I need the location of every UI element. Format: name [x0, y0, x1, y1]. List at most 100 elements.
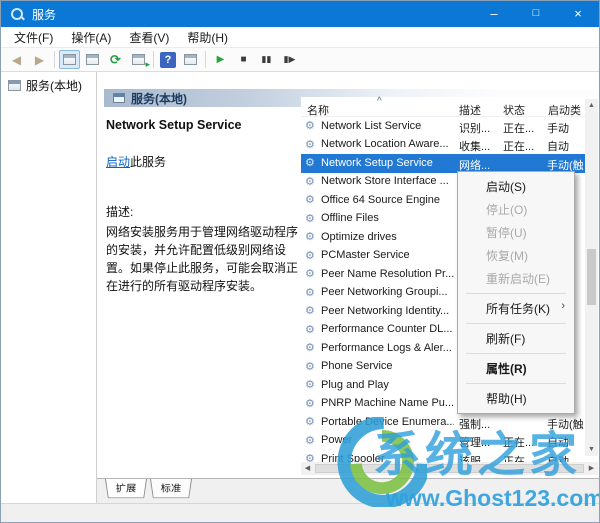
start-service-line: 启动此服务: [106, 153, 297, 170]
service-name: Network List Service: [321, 120, 421, 132]
service-name: Optimize drives: [321, 231, 397, 243]
export-list-icon[interactable]: ▸: [128, 50, 149, 69]
service-name: Performance Logs & Aler...: [321, 342, 452, 354]
toolbar-separator: [153, 51, 154, 68]
service-name: PCMaster Service: [321, 249, 410, 261]
start-service-link[interactable]: 启动: [106, 155, 130, 169]
start-service-icon[interactable]: ▶: [210, 50, 231, 69]
console-window-icon: [8, 80, 21, 91]
context-menu-item-resume: 恢复(M): [458, 244, 574, 267]
title-bar[interactable]: 服务 – □ ×: [1, 1, 599, 27]
window-title: 服务: [32, 6, 56, 23]
service-gear-icon: ⚙: [305, 212, 315, 225]
service-description: 网络安装服务用于管理网络驱动程序的安装，并允许配置低级别网络设置。如果停止此服务…: [106, 223, 299, 295]
service-name: Power: [321, 434, 352, 446]
context-menu-item-restart: 重新启动(E): [458, 267, 574, 290]
menu-view[interactable]: 查看(V): [120, 27, 178, 48]
stop-service-icon[interactable]: ■: [233, 50, 254, 69]
start-service-suffix: 此服务: [130, 155, 166, 169]
scroll-down-icon[interactable]: ▼: [585, 443, 598, 456]
sort-ascending-icon: ^: [377, 96, 382, 107]
context-menu-separator: [466, 293, 566, 294]
horizontal-scroll-thumb[interactable]: [315, 464, 584, 473]
forward-icon[interactable]: ▶: [29, 50, 50, 69]
column-header-name[interactable]: 名称: [307, 102, 329, 118]
menu-action[interactable]: 操作(A): [62, 27, 120, 48]
services-pane-icon: [113, 93, 125, 103]
vertical-scroll-thumb[interactable]: [587, 249, 596, 305]
context-menu-item-stop: 停止(O): [458, 198, 574, 221]
service-name: PNRP Machine Name Pu...: [321, 397, 454, 409]
service-name: Phone Service: [321, 360, 393, 372]
list-header: 名称 描述 状态 启动类 ^: [301, 99, 585, 117]
service-gear-icon: ⚙: [305, 286, 315, 299]
service-gear-icon: ⚙: [305, 249, 315, 262]
context-menu: 启动(S)停止(O)暂停(U)恢复(M)重新启动(E) 所有任务(K)› 刷新(F)…: [457, 171, 575, 414]
scroll-right-icon[interactable]: ▶: [585, 462, 598, 475]
service-startup-cell: 手动(触: [547, 416, 584, 432]
context-menu-item-help[interactable]: 帮助(H): [458, 387, 574, 410]
context-menu-item-properties[interactable]: 属性(R): [458, 357, 574, 380]
service-gear-icon: ⚙: [305, 360, 315, 373]
column-header-status[interactable]: 状态: [503, 102, 525, 118]
properties-window-icon[interactable]: [82, 50, 103, 69]
service-gear-icon: ⚙: [305, 119, 315, 132]
services-app-icon: [10, 7, 25, 22]
service-row[interactable]: ⚙Network Location Aware...收集...正在...自动: [301, 136, 585, 155]
toolbar-separator: [54, 51, 55, 68]
service-gear-icon: ⚙: [305, 397, 315, 410]
context-menu-item-all-tasks[interactable]: 所有任务(K)›: [458, 297, 574, 320]
context-menu-item-refresh[interactable]: 刷新(F): [458, 327, 574, 350]
menu-file[interactable]: 文件(F): [5, 27, 62, 48]
service-name: Office 64 Source Engine: [321, 194, 440, 206]
extended-pane-icon[interactable]: [180, 50, 201, 69]
back-icon[interactable]: ◀: [6, 50, 27, 69]
tab-standard[interactable]: 标准: [150, 479, 192, 498]
vertical-scrollbar[interactable]: ▲ ▼: [585, 99, 598, 456]
service-name: Network Setup Service: [321, 157, 433, 169]
selected-service-title: Network Setup Service: [106, 118, 297, 132]
service-status-cell: 正在...: [503, 138, 534, 154]
service-row[interactable]: ⚙Power管理...正在...自动: [301, 432, 585, 451]
service-row[interactable]: ⚙Network Setup Service网络...手动(触: [301, 154, 585, 173]
column-header-startup-type[interactable]: 启动类: [548, 102, 581, 118]
service-name: Peer Name Resolution Pr...: [321, 268, 454, 280]
service-description-cell: 收集...: [459, 138, 490, 154]
help-icon[interactable]: ?: [160, 52, 176, 68]
service-startup-cell: 自动: [547, 434, 569, 450]
services-window: 服务 – □ × 文件(F)操作(A)查看(V)帮助(H) ◀▶⟳▸?▶■▮▮▮…: [0, 0, 600, 523]
minimize-button[interactable]: –: [473, 1, 515, 27]
context-menu-item-pause: 暂停(U): [458, 221, 574, 244]
context-menu-item-start[interactable]: 启动(S): [458, 175, 574, 198]
show-console-tree-icon[interactable]: [59, 50, 80, 69]
service-name: Peer Networking Groupi...: [321, 286, 448, 298]
service-name: Network Store Interface ...: [321, 175, 449, 187]
service-row[interactable]: ⚙Network List Service识别...正在...手动: [301, 117, 585, 136]
service-gear-icon: ⚙: [305, 415, 315, 428]
horizontal-scrollbar[interactable]: ◀ ▶: [301, 462, 598, 475]
service-description-cell: 强制...: [459, 416, 490, 432]
toolbar: ◀▶⟳▸?▶■▮▮▮▶: [1, 48, 599, 72]
service-gear-icon: ⚙: [305, 193, 315, 206]
scroll-left-icon[interactable]: ◀: [301, 462, 314, 475]
refresh-icon[interactable]: ⟳: [105, 50, 126, 69]
service-startup-cell: 手动: [547, 120, 569, 136]
maximize-button[interactable]: □: [515, 1, 557, 27]
service-status-cell: 正在...: [503, 120, 534, 136]
service-gear-icon: ⚙: [305, 323, 315, 336]
menu-help[interactable]: 帮助(H): [178, 27, 237, 48]
service-gear-icon: ⚙: [305, 175, 315, 188]
service-row[interactable]: ⚙Portable Device Enumera...强制...手动(触: [301, 413, 585, 432]
column-header-description[interactable]: 描述: [459, 102, 481, 118]
scroll-up-icon[interactable]: ▲: [585, 99, 598, 112]
context-menu-separator: [466, 323, 566, 324]
close-button[interactable]: ×: [557, 1, 599, 27]
tab-extended[interactable]: 扩展: [105, 479, 147, 498]
restart-service-icon[interactable]: ▮▶: [279, 50, 300, 69]
service-name: Peer Networking Identity...: [321, 305, 449, 317]
service-startup-cell: 自动: [547, 138, 569, 154]
pause-service-icon[interactable]: ▮▮: [256, 50, 277, 69]
tree-item-services-local[interactable]: 服务(本地): [1, 72, 96, 98]
service-gear-icon: ⚙: [305, 378, 315, 391]
service-gear-icon: ⚙: [305, 230, 315, 243]
